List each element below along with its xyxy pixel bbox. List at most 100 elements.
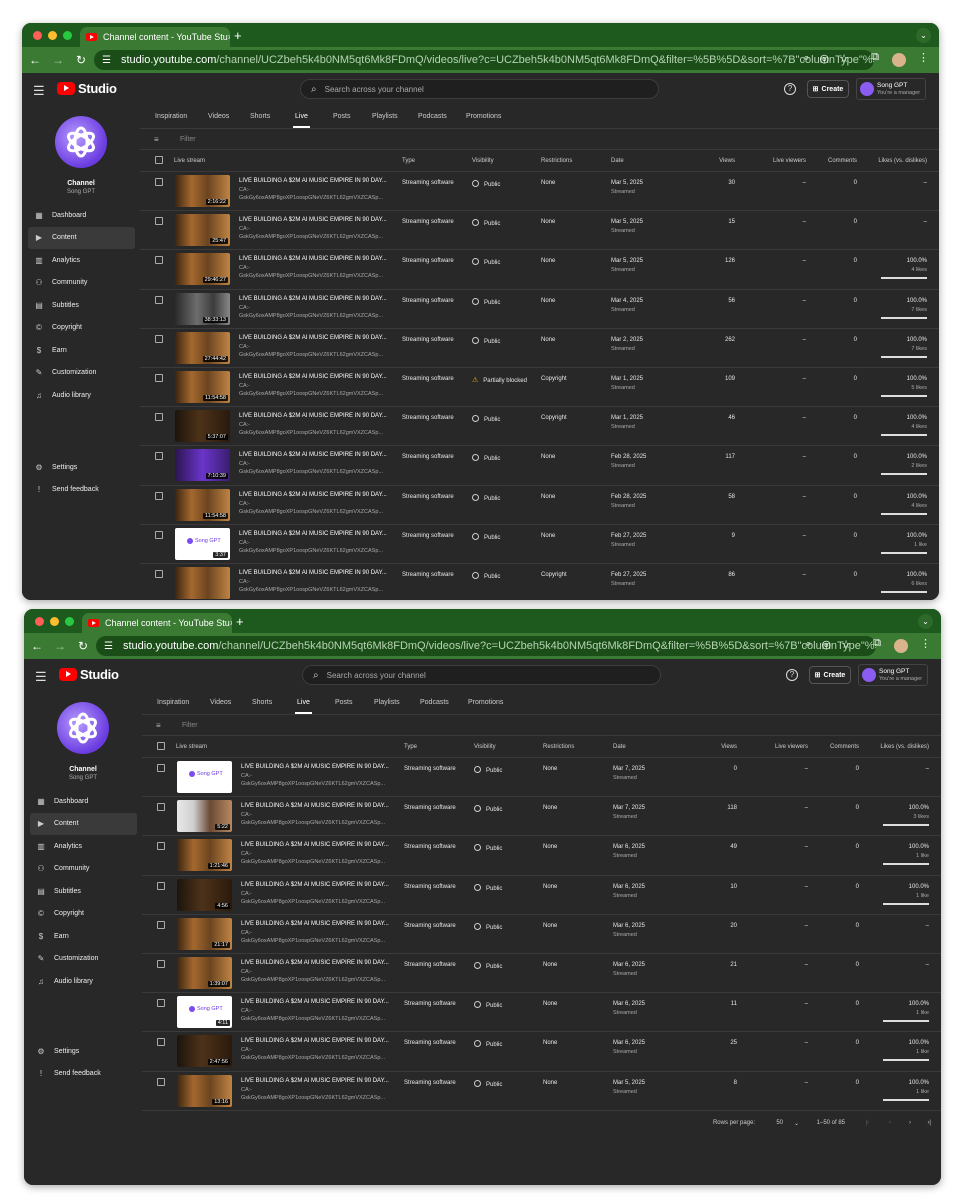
tab-podcasts[interactable]: Podcasts [420,699,449,706]
next-page-icon[interactable]: › [909,1120,911,1126]
video-thumbnail[interactable]: 5:37:07 [175,410,230,443]
video-thumbnail[interactable]: 5:22 [177,800,232,833]
window-controls[interactable] [35,617,74,626]
bookmark-star-icon[interactable]: ☆ [841,638,851,651]
video-title[interactable]: LIVE BUILDING A $2M AI MUSIC EMPIRE IN 9… [239,374,387,380]
tab-videos[interactable]: Videos [208,113,229,120]
table-row[interactable]: 25:47 LIVE BUILDING A $2M AI MUSIC EMPIR… [140,211,939,251]
studio-logo[interactable]: Studio [59,667,119,682]
help-icon[interactable]: ? [784,83,796,95]
filter-icon[interactable]: ≡ [154,135,159,144]
row-checkbox[interactable] [157,1077,165,1086]
back-icon[interactable]: ← [30,639,44,653]
eye-off-icon[interactable]: ◎ [820,52,830,65]
sidebar-item-community[interactable]: ⚇ Community [30,858,137,881]
new-tab-button[interactable]: + [236,614,244,629]
account-switcher[interactable]: Song GPT You're a manager [858,664,928,686]
video-thumbnail[interactable] [175,566,230,599]
tab-inspiration[interactable]: Inspiration [155,113,187,120]
prev-page-icon[interactable]: ‹ [889,1120,891,1126]
tab-podcasts[interactable]: Podcasts [418,113,447,120]
video-thumbnail[interactable]: 11:54:58 [175,370,230,403]
video-title[interactable]: LIVE BUILDING A $2M AI MUSIC EMPIRE IN 9… [239,217,387,223]
create-button[interactable]: ⊞ Create [809,666,851,684]
account-switcher[interactable]: Song GPT You're a manager [856,78,926,100]
video-thumbnail[interactable]: 25:47 [175,214,230,247]
forward-icon[interactable]: → [53,639,67,653]
visibility-cell[interactable]: ⚠ Partially blocked [472,376,527,384]
address-bar[interactable]: ☰ studio.youtube.com/channel/UCZbeh5k4b0… [94,50,874,70]
table-row[interactable]: 29:46:27 LIVE BUILDING A $2M AI MUSIC EM… [140,250,939,290]
row-checkbox[interactable] [155,295,163,304]
sidebar-item-dashboard[interactable]: ▦ Dashboard [30,790,137,813]
visibility-cell[interactable]: Public [472,493,500,502]
select-all-checkbox[interactable] [157,742,165,750]
video-thumbnail[interactable]: Song GPT 4:11 [177,996,232,1029]
column-header[interactable]: Restrictions [543,744,574,750]
first-page-icon[interactable]: |‹ [865,1120,869,1126]
row-checkbox[interactable] [157,920,165,929]
search-input[interactable]: ⌕ Search across your channel [300,79,659,99]
video-title[interactable]: LIVE BUILDING A $2M AI MUSIC EMPIRE IN 9… [241,1038,389,1044]
video-thumbnail[interactable]: 2:16:22 [175,175,230,207]
sidebar-item-customization[interactable]: ✎ Customization [28,362,135,385]
extensions-icon[interactable]: ⧉ [871,51,879,64]
column-header[interactable]: Type [404,744,417,750]
video-thumbnail[interactable]: 1:21:46 [177,839,232,872]
browser-menu-icon[interactable]: ⋮ [920,637,931,650]
profile-avatar[interactable] [894,639,908,653]
filter-bar[interactable]: ≡ Filter [140,129,939,150]
bookmark-star-icon[interactable]: ☆ [839,52,849,65]
table-row[interactable]: 13:16 LIVE BUILDING A $2M AI MUSIC EMPIR… [142,1072,941,1111]
sidebar-item-settings[interactable]: ⚙ Settings [30,1040,137,1063]
video-thumbnail[interactable]: Song GPT [177,761,232,793]
column-header[interactable]: Type [402,158,415,164]
column-header[interactable]: Views [721,744,737,750]
column-header[interactable]: Comments [830,744,859,750]
table-row[interactable]: 11:54:58 LIVE BUILDING A $2M AI MUSIC EM… [140,486,939,525]
window-controls[interactable] [33,31,72,40]
sidebar-item-analytics[interactable]: ▥ Analytics [30,835,137,858]
sidebar-item-audio-library[interactable]: ♫ Audio library [30,970,137,993]
table-row[interactable]: 1:21:46 LIVE BUILDING A $2M AI MUSIC EMP… [142,836,941,876]
visibility-cell[interactable]: Public [472,219,500,227]
new-tab-button[interactable]: + [234,28,242,43]
close-window-button[interactable] [33,31,42,40]
zoom-icon[interactable]: ⌕ [803,52,809,65]
row-checkbox[interactable] [155,413,163,422]
extensions-icon[interactable]: ⧉ [873,637,881,650]
tab-close-icon[interactable]: × [230,618,232,628]
reload-icon[interactable]: ↻ [74,53,88,67]
eye-off-icon[interactable]: ◎ [822,638,832,651]
row-checkbox[interactable] [157,999,165,1008]
visibility-cell[interactable]: Public [472,258,500,266]
create-button[interactable]: ⊞ Create [807,80,849,98]
column-header[interactable]: Views [719,158,735,164]
row-checkbox[interactable] [157,803,165,812]
tab-shorts[interactable]: Shorts [250,113,270,120]
table-row[interactable]: 2:16:22 LIVE BUILDING A $2M AI MUSIC EMP… [140,172,939,212]
address-bar[interactable]: ☰ studio.youtube.com/channel/UCZbeh5k4b0… [96,636,876,656]
close-window-button[interactable] [35,617,44,626]
table-row[interactable]: 5:22 LIVE BUILDING A $2M AI MUSIC EMPIRE… [142,797,941,837]
video-title[interactable]: LIVE BUILDING A $2M AI MUSIC EMPIRE IN 9… [239,413,387,419]
row-checkbox[interactable] [157,842,165,851]
chevron-down-icon[interactable]: ⌄ [794,1120,799,1127]
minimize-window-button[interactable] [48,31,57,40]
last-page-icon[interactable]: ›| [927,1120,931,1126]
table-row[interactable]: 4:56 LIVE BUILDING A $2M AI MUSIC EMPIRE… [142,876,941,915]
column-header[interactable]: Live viewers [775,744,808,750]
video-title[interactable]: LIVE BUILDING A $2M AI MUSIC EMPIRE IN 9… [241,999,389,1005]
video-thumbnail[interactable]: 21:17 [177,917,232,950]
video-thumbnail[interactable]: 27:44:42 [175,331,230,364]
sidebar-item-copyright[interactable]: © Copyright [28,317,135,340]
help-icon[interactable]: ? [786,669,798,681]
visibility-cell[interactable]: Public [474,883,502,892]
visibility-cell[interactable]: Public [474,1040,502,1048]
filter-bar[interactable]: ≡ Filter [142,715,941,736]
zoom-icon[interactable]: ⌕ [805,638,811,651]
menu-icon[interactable]: ☰ [33,83,45,99]
visibility-cell[interactable]: Public [472,297,500,306]
sidebar-item-copyright[interactable]: © Copyright [30,903,137,926]
sidebar-item-send-feedback[interactable]: ! Send feedback [28,479,135,502]
